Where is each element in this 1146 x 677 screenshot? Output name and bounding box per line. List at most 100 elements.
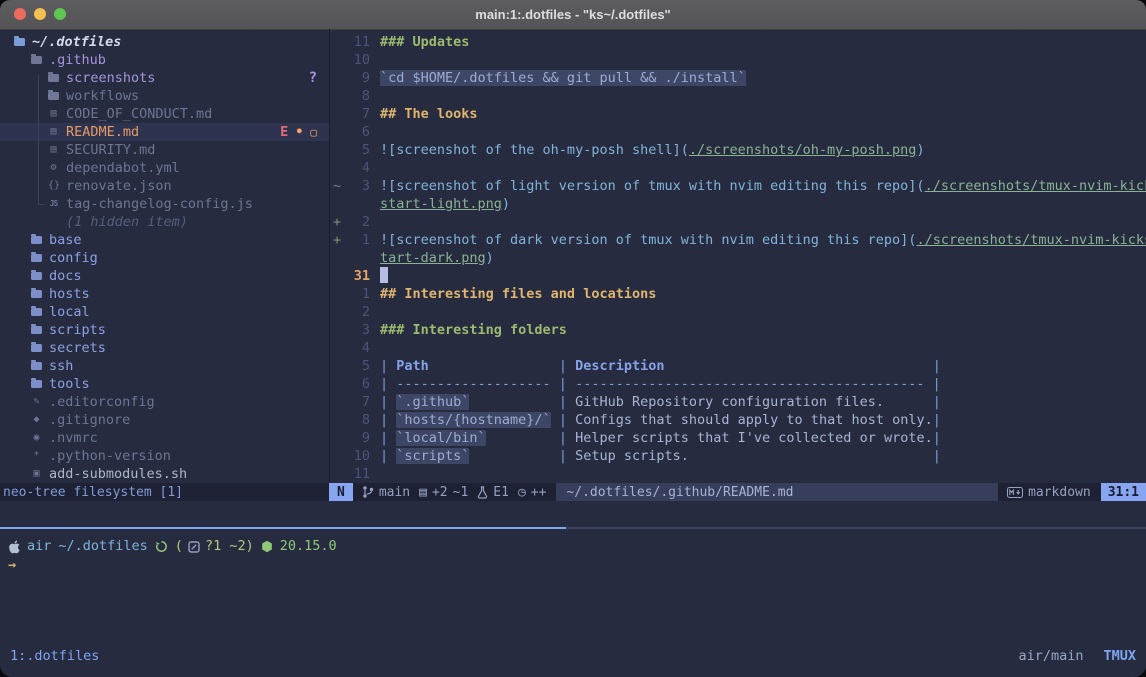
editor-line[interactable]: 5| Path | Description | (330, 357, 1146, 375)
editor-line[interactable]: 9`cd $HOME/.dotfiles && git pull && ./in… (330, 69, 1146, 87)
tree-item-dependabot-yml[interactable]: ⚙dependabot.yml (0, 159, 329, 177)
editor-line[interactable]: ~3![screenshot of light version of tmux … (330, 177, 1146, 195)
tree-item-hosts[interactable]: hosts (0, 285, 329, 303)
tree-item-ssh[interactable]: ssh (0, 357, 329, 375)
git-status-segment: ( ?1 ~2) (175, 537, 254, 556)
tree-item-label: tag-changelog-config.js (66, 196, 253, 212)
line-text: ### Updates (370, 33, 1146, 51)
pane-border-active (0, 527, 566, 529)
shell-input-line[interactable]: → (8, 556, 1146, 575)
git-branch-segment: main (362, 485, 410, 500)
editor-line[interactable]: 7| `.github` | GitHub Repository configu… (330, 393, 1146, 411)
editor-line[interactable]: 3### Interesting folders (330, 321, 1146, 339)
editor-line[interactable]: 11 (330, 465, 1146, 483)
tree-item-secrets[interactable]: secrets (0, 339, 329, 357)
folder-icon (48, 92, 59, 100)
line-number: 6 (344, 375, 370, 393)
tree-item-renovate-json[interactable]: {}renovate.json (0, 177, 329, 195)
line-number: 3 (344, 177, 370, 195)
close-button[interactable] (14, 8, 26, 20)
tree-item-config[interactable]: config (0, 249, 329, 267)
editor-line[interactable]: 1## Interesting files and locations (330, 285, 1146, 303)
tree-item-dotfiles[interactable]: ~/.dotfiles (0, 33, 329, 51)
tree-item-label: add-submodules.sh (49, 466, 187, 482)
line-number: 10 (344, 447, 370, 465)
tree-item-tag-changelog-config-js[interactable]: JStag-changelog-config.js (0, 195, 329, 213)
editor-line[interactable]: tart-dark.png) (330, 249, 1146, 267)
git-diff-segment: ▤ +2 ~1 (419, 485, 468, 500)
pending-segment: ◷ ++ (518, 485, 546, 500)
tree-item-github[interactable]: .github (0, 51, 329, 69)
tree-item-security-md[interactable]: ▤SECURITY.md (0, 141, 329, 159)
editor-line[interactable]: 5![screenshot of the oh-my-posh shell](.… (330, 141, 1146, 159)
tree-item-workflows[interactable]: workflows (0, 87, 329, 105)
tree-item-1-hidden-item[interactable]: (1 hidden item) (0, 213, 329, 231)
git-status-badges: E•▢ (280, 124, 329, 140)
line-number: 5 (344, 357, 370, 375)
tree-item-editorconfig[interactable]: ✎.editorconfig (0, 393, 329, 411)
tree-item-gitignore[interactable]: ◆.gitignore (0, 411, 329, 429)
node-version: 20.15.0 (280, 537, 337, 556)
gutter-sign (330, 447, 344, 465)
tree-item-python-version[interactable]: *.python-version (0, 447, 329, 465)
line-text: | `.github` | GitHub Repository configur… (370, 393, 1146, 411)
gutter-sign (330, 159, 344, 177)
line-number: 4 (344, 159, 370, 177)
editor-line[interactable]: start-light.png) (330, 195, 1146, 213)
editor-line[interactable]: 8| `hosts/{hostname}/` | Configs that sh… (330, 411, 1146, 429)
editor-line[interactable]: 10 (330, 51, 1146, 69)
editor-line[interactable]: 31 (330, 267, 1146, 285)
tmux-window-tab[interactable]: 1:.dotfiles (10, 648, 99, 664)
editor-line[interactable]: +2 (330, 213, 1146, 231)
folder-icon (31, 308, 42, 316)
gutter-sign (330, 339, 344, 357)
tree-item-code-of-conduct-md[interactable]: ▤CODE_OF_CONDUCT.md (0, 105, 329, 123)
tree-item-readme-md[interactable]: ▤README.mdE•▢ (0, 123, 329, 141)
line-number (344, 249, 370, 267)
line-text: | `local/bin` | Helper scripts that I've… (370, 429, 1146, 447)
editor-line[interactable]: 11### Updates (330, 33, 1146, 51)
neotree-panel[interactable]: ~/.dotfiles.githubscreenshots?workflows▤… (0, 29, 329, 483)
tree-item-label: dependabot.yml (66, 160, 180, 176)
tree-item-scripts[interactable]: scripts (0, 321, 329, 339)
tree-item-label: .nvmrc (49, 430, 98, 446)
editor-line[interactable]: 4 (330, 159, 1146, 177)
editor-line[interactable]: 2 (330, 303, 1146, 321)
tree-item-docs[interactable]: docs (0, 267, 329, 285)
markdown-icon (1007, 487, 1023, 498)
tree-item-label: .github (49, 52, 106, 68)
editor-line[interactable]: +1![screenshot of dark version of tmux w… (330, 231, 1146, 249)
minimize-button[interactable] (34, 8, 46, 20)
editor-line[interactable]: 6 (330, 123, 1146, 141)
line-text (370, 123, 1146, 141)
neotree-statusline: neo-tree filesystem [1] (0, 483, 329, 501)
shell-pane[interactable]: air ~/.dotfiles ( ?1 ~2) 20.15.0 → (0, 531, 1146, 643)
editor-line[interactable]: 10| `scripts` | Setup scripts. | (330, 447, 1146, 465)
line-text (370, 51, 1146, 69)
zoom-button[interactable] (54, 8, 66, 20)
gutter-sign (330, 267, 344, 285)
markdown-icon: ▤ (48, 127, 59, 137)
tmux-pane-border[interactable] (0, 527, 1146, 529)
tree-item-screenshots[interactable]: screenshots? (0, 69, 329, 87)
editor-line[interactable]: 4 (330, 339, 1146, 357)
gutter-sign (330, 429, 344, 447)
editor-pane[interactable]: 11### Updates 10 9`cd $HOME/.dotfiles &&… (330, 29, 1146, 483)
tree-item-base[interactable]: base (0, 231, 329, 249)
tree-item-nvmrc[interactable]: ◉.nvmrc (0, 429, 329, 447)
prompt-arrow-icon: → (8, 556, 16, 575)
editor-line[interactable]: 8 (330, 87, 1146, 105)
gutter-sign (330, 321, 344, 339)
tree-item-local[interactable]: local (0, 303, 329, 321)
git-status-badge: E (280, 124, 288, 140)
tree-item-add-submodules-sh[interactable]: ▣add-submodules.sh (0, 465, 329, 483)
editor-line[interactable]: 9| `local/bin` | Helper scripts that I'v… (330, 429, 1146, 447)
editor-line[interactable]: 6| ------------------- | ---------------… (330, 375, 1146, 393)
editor-line[interactable]: 7## The looks (330, 105, 1146, 123)
tree-item-tools[interactable]: tools (0, 375, 329, 393)
gutter-sign (330, 105, 344, 123)
diff-added: +2 (432, 485, 448, 500)
git-status-badge: ▢ (310, 126, 317, 139)
lualine-statusline: N main ▤ +2 ~1 E1 ◷ ++ ~ (329, 483, 1146, 501)
gutter-sign (330, 249, 344, 267)
